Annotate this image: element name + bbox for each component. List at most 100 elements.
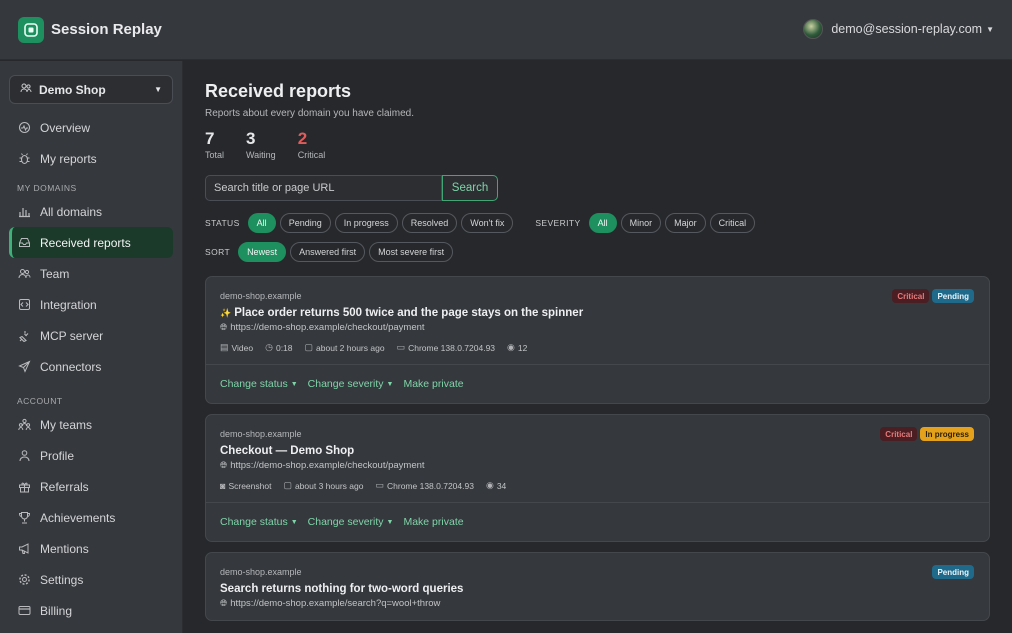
calendar-icon: ▢ xyxy=(304,342,314,352)
user-menu[interactable]: demo@session-replay.com ▼ xyxy=(803,19,994,39)
sidebar-item-label: Received reports xyxy=(40,235,131,250)
view-count: 12 xyxy=(517,342,528,353)
caret-down-icon: ▼ xyxy=(290,518,298,526)
status-filter-label: STATUS xyxy=(205,218,240,228)
status-chip-in-progress[interactable]: In progress xyxy=(334,213,398,233)
chevron-down-icon: ▼ xyxy=(986,24,994,34)
status-severity-filters: STATUS All Pending In progress Resolved … xyxy=(205,213,990,233)
status-chip-resolved[interactable]: Resolved xyxy=(401,213,458,233)
user-email: demo@session-replay.com xyxy=(831,22,983,36)
sidebar-item-label: All domains xyxy=(40,204,103,219)
globe-icon: 🌐︎ xyxy=(220,322,228,332)
sidebar-item-label: MCP server xyxy=(40,328,104,343)
sidebar-item-team[interactable]: Team xyxy=(9,258,173,289)
sort-filters: SORT Newest Answered first Most severe f… xyxy=(205,242,990,262)
sidebar-item-mcp-server[interactable]: MCP server xyxy=(9,320,173,351)
sidebar-item-all-domains[interactable]: All domains xyxy=(9,196,173,227)
severity-chip-all[interactable]: All xyxy=(588,213,617,233)
media-type: Video xyxy=(231,342,254,353)
caret-down-icon: ▼ xyxy=(290,380,298,388)
report-card[interactable]: demo-shop.example ✨ Place order returns 5… xyxy=(205,276,990,404)
make-private-button[interactable]: Make private xyxy=(403,378,463,390)
team-icon xyxy=(17,267,31,281)
eye-icon: ◉ xyxy=(507,342,515,352)
status-badge: Pending xyxy=(932,565,974,579)
session-replay-logo[interactable] xyxy=(18,16,44,43)
globe-icon: 🌐︎ xyxy=(220,460,228,470)
shop-selector[interactable]: Demo Shop ▼ xyxy=(9,75,173,104)
app-name[interactable]: Session Replay xyxy=(51,21,162,38)
teams-icon xyxy=(17,418,31,432)
report-badges: Critical Pending xyxy=(889,289,974,303)
search-input[interactable] xyxy=(205,175,442,201)
sidebar-item-label: My teams xyxy=(40,417,93,432)
pulse-icon xyxy=(17,121,31,135)
sidebar-item-label: Referrals xyxy=(40,479,89,494)
report-title[interactable]: Search returns nothing for two-word quer… xyxy=(220,583,975,595)
sidebar-item-referrals[interactable]: Referrals xyxy=(9,471,173,502)
sidebar-item-overview[interactable]: Overview xyxy=(9,112,173,143)
report-card[interactable]: demo-shop.example Checkout — Demo Shop 🌐… xyxy=(205,414,990,542)
search-button[interactable]: Search xyxy=(442,175,498,201)
sidebar-item-label: Mentions xyxy=(40,541,89,556)
duration: 0:18 xyxy=(275,342,293,353)
sidebar-item-connectors[interactable]: Connectors xyxy=(9,351,173,382)
caret-down-icon: ▼ xyxy=(386,518,394,526)
sidebar-item-integration[interactable]: Integration xyxy=(9,289,173,320)
report-domain: demo-shop.example xyxy=(220,291,302,301)
megaphone-icon xyxy=(17,542,31,556)
report-url: 🌐︎ https://demo-shop.example/checkout/pay… xyxy=(220,322,975,333)
page-title: Received reports xyxy=(205,81,352,101)
view-count: 34 xyxy=(496,480,507,491)
report-url-text: https://demo-shop.example/search?q=wool+… xyxy=(230,598,441,609)
sidebar-item-mentions[interactable]: Mentions xyxy=(9,533,173,564)
change-status-button[interactable]: Change status ▼ xyxy=(220,378,298,390)
report-url-text: https://demo-shop.example/checkout/payme… xyxy=(230,460,425,471)
status-chip-wont-fix[interactable]: Won't fix xyxy=(461,213,514,233)
severity-chip-critical[interactable]: Critical xyxy=(709,213,756,233)
sidebar-item-settings[interactable]: Settings xyxy=(9,564,173,595)
sidebar-item-my-teams[interactable]: My teams xyxy=(9,409,173,440)
severity-chip-major[interactable]: Major xyxy=(665,213,706,233)
status-chip-pending[interactable]: Pending xyxy=(279,213,331,233)
sidebar-item-label: Overview xyxy=(40,120,91,135)
stat-label: Total xyxy=(205,150,225,160)
browser-version: Chrome 138.0.7204.93 xyxy=(408,342,496,353)
film-icon: ▤ xyxy=(220,342,229,352)
stat-value: 2 xyxy=(297,129,308,148)
main-content: Received reports Reports about every dom… xyxy=(205,61,990,621)
report-title-text: Place order returns 500 twice and the pa… xyxy=(234,307,584,319)
sort-chip-most-severe-first[interactable]: Most severe first xyxy=(369,242,454,262)
report-actions: Change status ▼ Change severity ▼ Make pri… xyxy=(206,502,989,541)
change-status-button[interactable]: Change status ▼ xyxy=(220,516,298,528)
sidebar-item-received-reports[interactable]: Received reports xyxy=(9,227,173,258)
sort-chip-newest[interactable]: Newest xyxy=(238,242,287,262)
stats-row: 7 Total 3 Waiting 2 Critical xyxy=(205,129,990,160)
media-type: Screenshot xyxy=(228,480,272,491)
section-account: ACCOUNT xyxy=(17,396,63,406)
status-chip-all[interactable]: All xyxy=(247,213,276,233)
sidebar-item-label: Connectors xyxy=(40,359,102,374)
globe-icon: 🌐︎ xyxy=(220,598,228,608)
sort-label: SORT xyxy=(205,247,231,257)
stat-value: 3 xyxy=(246,129,256,148)
sidebar-item-my-reports[interactable]: My reports xyxy=(9,143,173,174)
report-domain: demo-shop.example xyxy=(220,429,302,439)
severity-chip-minor[interactable]: Minor xyxy=(620,213,662,233)
report-title[interactable]: Checkout — Demo Shop xyxy=(220,445,975,457)
make-private-button[interactable]: Make private xyxy=(403,516,463,528)
change-severity-button[interactable]: Change severity ▼ xyxy=(308,378,394,390)
sidebar-item-achievements[interactable]: Achievements xyxy=(9,502,173,533)
report-title[interactable]: ✨ Place order returns 500 twice and the p… xyxy=(220,307,975,319)
sort-chip-answered-first[interactable]: Answered first xyxy=(290,242,366,262)
action-label: Change severity xyxy=(307,378,384,390)
sidebar-item-profile[interactable]: Profile xyxy=(9,440,173,471)
team-icon xyxy=(20,82,33,97)
change-severity-button[interactable]: Change severity ▼ xyxy=(308,516,394,528)
sidebar-item-billing[interactable]: Billing xyxy=(9,595,173,626)
bar-chart-icon xyxy=(17,205,31,219)
gear-icon xyxy=(17,573,31,587)
report-card[interactable]: demo-shop.example Search returns nothing… xyxy=(205,552,990,621)
top-bar: Session Replay demo@session-replay.com ▼ xyxy=(0,0,1012,60)
action-label: Change status xyxy=(220,516,288,528)
